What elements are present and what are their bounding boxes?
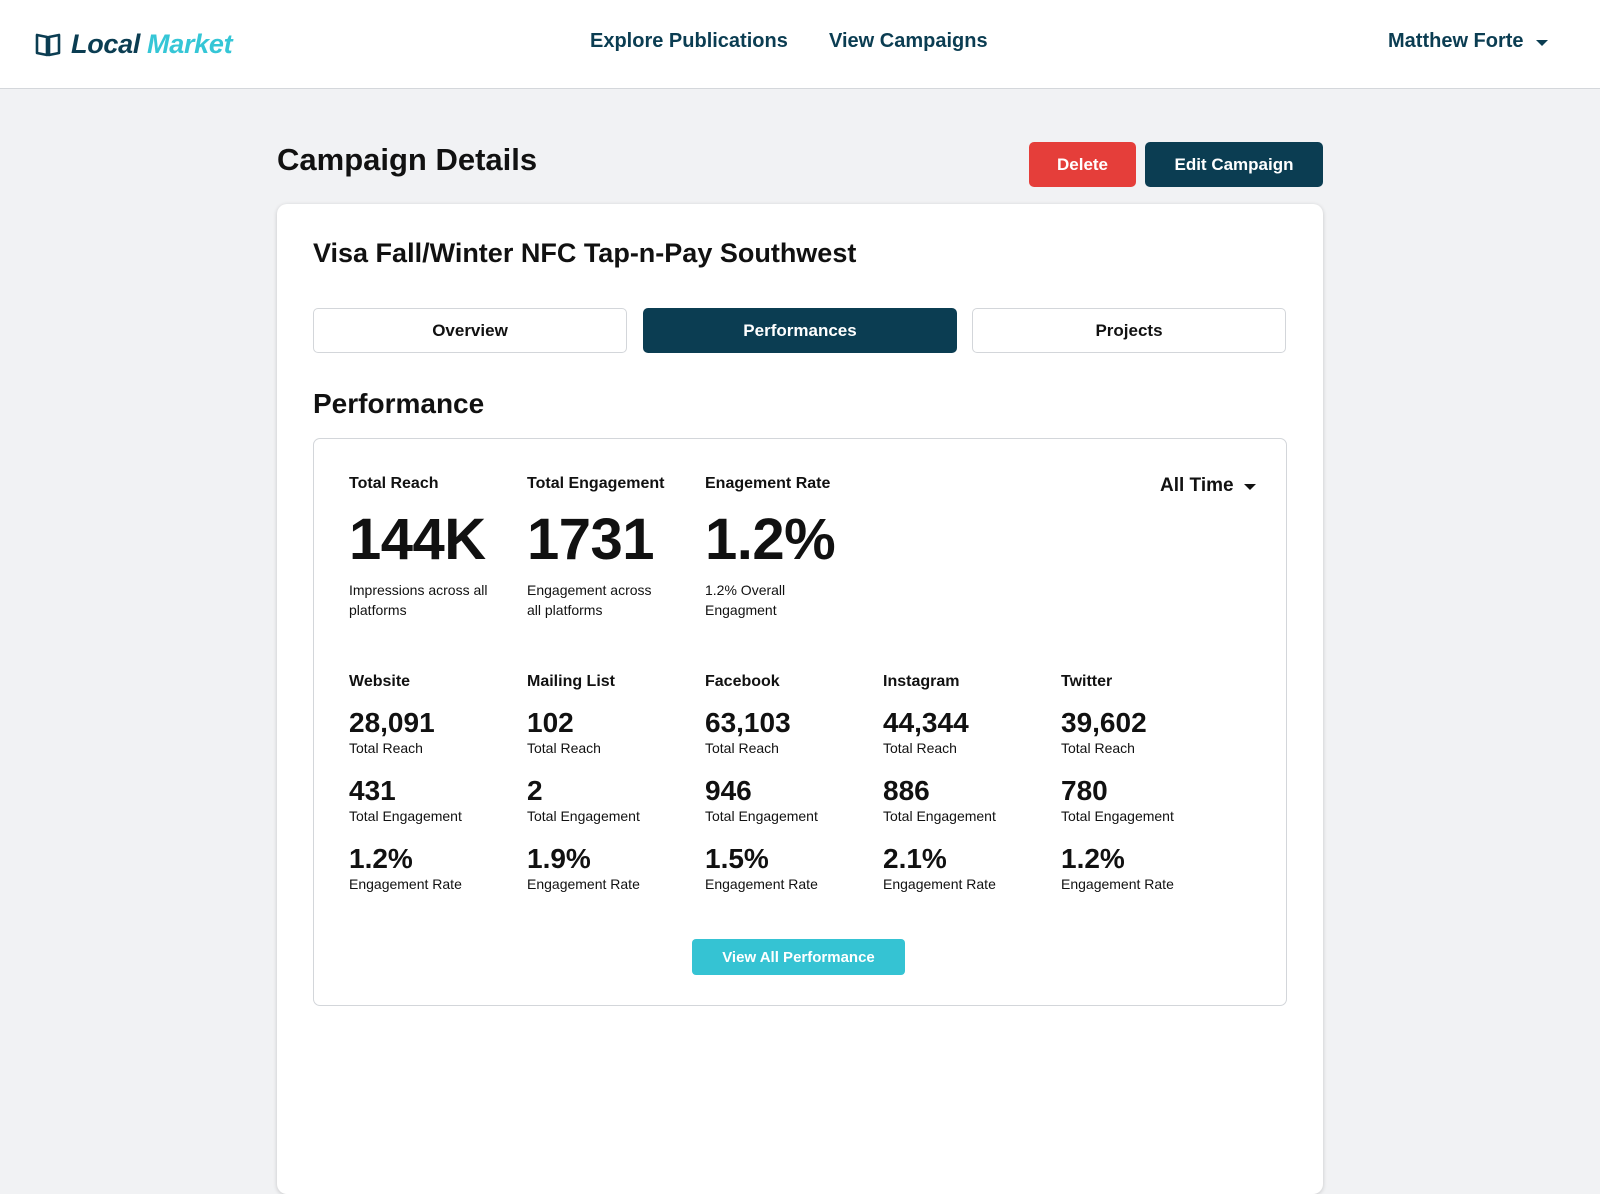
campaign-name: Visa Fall/Winter NFC Tap-n-Pay Southwest: [313, 238, 857, 268]
channel-rate-label: Engagement Rate: [705, 876, 818, 892]
channel-name: Website: [349, 673, 411, 690]
channel-engagement: 431: [349, 775, 396, 806]
channel-website: Website 28,091 Total Reach 431 Total Eng…: [349, 673, 519, 893]
kpi-total-reach: Total Reach 144K Impressions across all …: [349, 475, 519, 620]
channel-engagement: 886: [883, 775, 930, 806]
channel-rate-label: Engagement Rate: [527, 876, 640, 892]
channel-rate: 1.2%: [1061, 843, 1125, 874]
channel-reach: 39,602: [1061, 707, 1147, 738]
delete-button[interactable]: Delete: [1029, 142, 1136, 187]
logo-text-market: Market: [147, 28, 233, 59]
channel-name: Mailing List: [527, 673, 615, 690]
channel-engagement: 2: [527, 775, 543, 806]
kpi-label: Enagement Rate: [705, 475, 831, 492]
channel-name: Instagram: [883, 673, 960, 690]
channel-rate-label: Engagement Rate: [883, 876, 996, 892]
kpi-description: Engagement across all platforms: [527, 582, 652, 618]
channel-reach: 63,103: [705, 707, 791, 738]
kpi-value: 144K: [349, 507, 486, 572]
channel-reach-label: Total Reach: [349, 740, 423, 756]
kpi-engagement-rate: Enagement Rate 1.2% 1.2% Overall Engagme…: [705, 475, 875, 620]
user-name: Matthew Forte: [1388, 30, 1524, 52]
channel-mailing-list: Mailing List 102 Total Reach 2 Total Eng…: [527, 673, 697, 893]
edit-campaign-button[interactable]: Edit Campaign: [1145, 142, 1323, 187]
channel-engagement-label: Total Engagement: [527, 808, 640, 824]
kpi-label: Total Reach: [349, 475, 439, 492]
kpi-value: 1731: [527, 507, 655, 572]
channel-engagement-label: Total Engagement: [1061, 808, 1174, 824]
nav-explore-publications[interactable]: Explore Publications: [590, 30, 788, 53]
channel-reach: 28,091: [349, 707, 435, 738]
channel-instagram: Instagram 44,344 Total Reach 886 Total E…: [883, 673, 1053, 893]
channel-rate: 1.5%: [705, 843, 769, 874]
campaign-card: Visa Fall/Winter NFC Tap-n-Pay Southwest…: [277, 204, 1323, 1194]
channel-engagement: 780: [1061, 775, 1108, 806]
channel-rate: 1.2%: [349, 843, 413, 874]
top-navigation-bar: Local Market Explore Publications View C…: [0, 0, 1600, 89]
tab-performances[interactable]: Performances: [643, 308, 957, 353]
logo-text-local: Local: [71, 28, 141, 59]
page-title: Campaign Details: [277, 142, 538, 177]
channel-reach: 44,344: [883, 707, 969, 738]
user-menu[interactable]: Matthew Forte: [1388, 30, 1548, 53]
channel-reach-label: Total Reach: [1061, 740, 1135, 756]
kpi-value: 1.2%: [705, 507, 836, 572]
nav-view-campaigns[interactable]: View Campaigns: [829, 30, 988, 53]
channel-rate-label: Engagement Rate: [349, 876, 462, 892]
channel-engagement-label: Total Engagement: [349, 808, 462, 824]
logo[interactable]: Local Market: [34, 27, 233, 61]
channel-rate-label: Engagement Rate: [1061, 876, 1174, 892]
channel-reach: 102: [527, 707, 574, 738]
kpi-label: Total Engagement: [527, 475, 665, 492]
view-all-performance-button[interactable]: View All Performance: [692, 939, 905, 975]
period-value: All Time: [1160, 475, 1234, 496]
open-book-icon: [34, 30, 62, 58]
performance-panel: All Time Total Reach 144K Impressions ac…: [313, 438, 1287, 1006]
channel-reach-label: Total Reach: [705, 740, 779, 756]
channel-rate: 1.9%: [527, 843, 591, 874]
tab-overview[interactable]: Overview: [313, 308, 627, 353]
kpi-description: Impressions across all platforms: [349, 582, 488, 618]
channel-engagement-label: Total Engagement: [705, 808, 818, 824]
channel-reach-label: Total Reach: [883, 740, 957, 756]
section-title: Performance: [313, 388, 485, 419]
chevron-down-icon: [1535, 39, 1548, 46]
channel-name: Facebook: [705, 673, 780, 690]
chevron-down-icon: [1243, 484, 1256, 490]
channel-twitter: Twitter 39,602 Total Reach 780 Total Eng…: [1061, 673, 1231, 893]
channel-reach-label: Total Reach: [527, 740, 601, 756]
channel-rate: 2.1%: [883, 843, 947, 874]
kpi-description: 1.2% Overall Engagment: [705, 582, 786, 618]
tab-projects[interactable]: Projects: [972, 308, 1286, 353]
kpi-total-engagement: Total Engagement 1731 Engagement across …: [527, 475, 697, 620]
period-dropdown[interactable]: All Time: [1160, 475, 1256, 497]
channel-engagement-label: Total Engagement: [883, 808, 996, 824]
channel-engagement: 946: [705, 775, 752, 806]
channel-name: Twitter: [1061, 673, 1113, 690]
channel-facebook: Facebook 63,103 Total Reach 946 Total En…: [705, 673, 875, 893]
